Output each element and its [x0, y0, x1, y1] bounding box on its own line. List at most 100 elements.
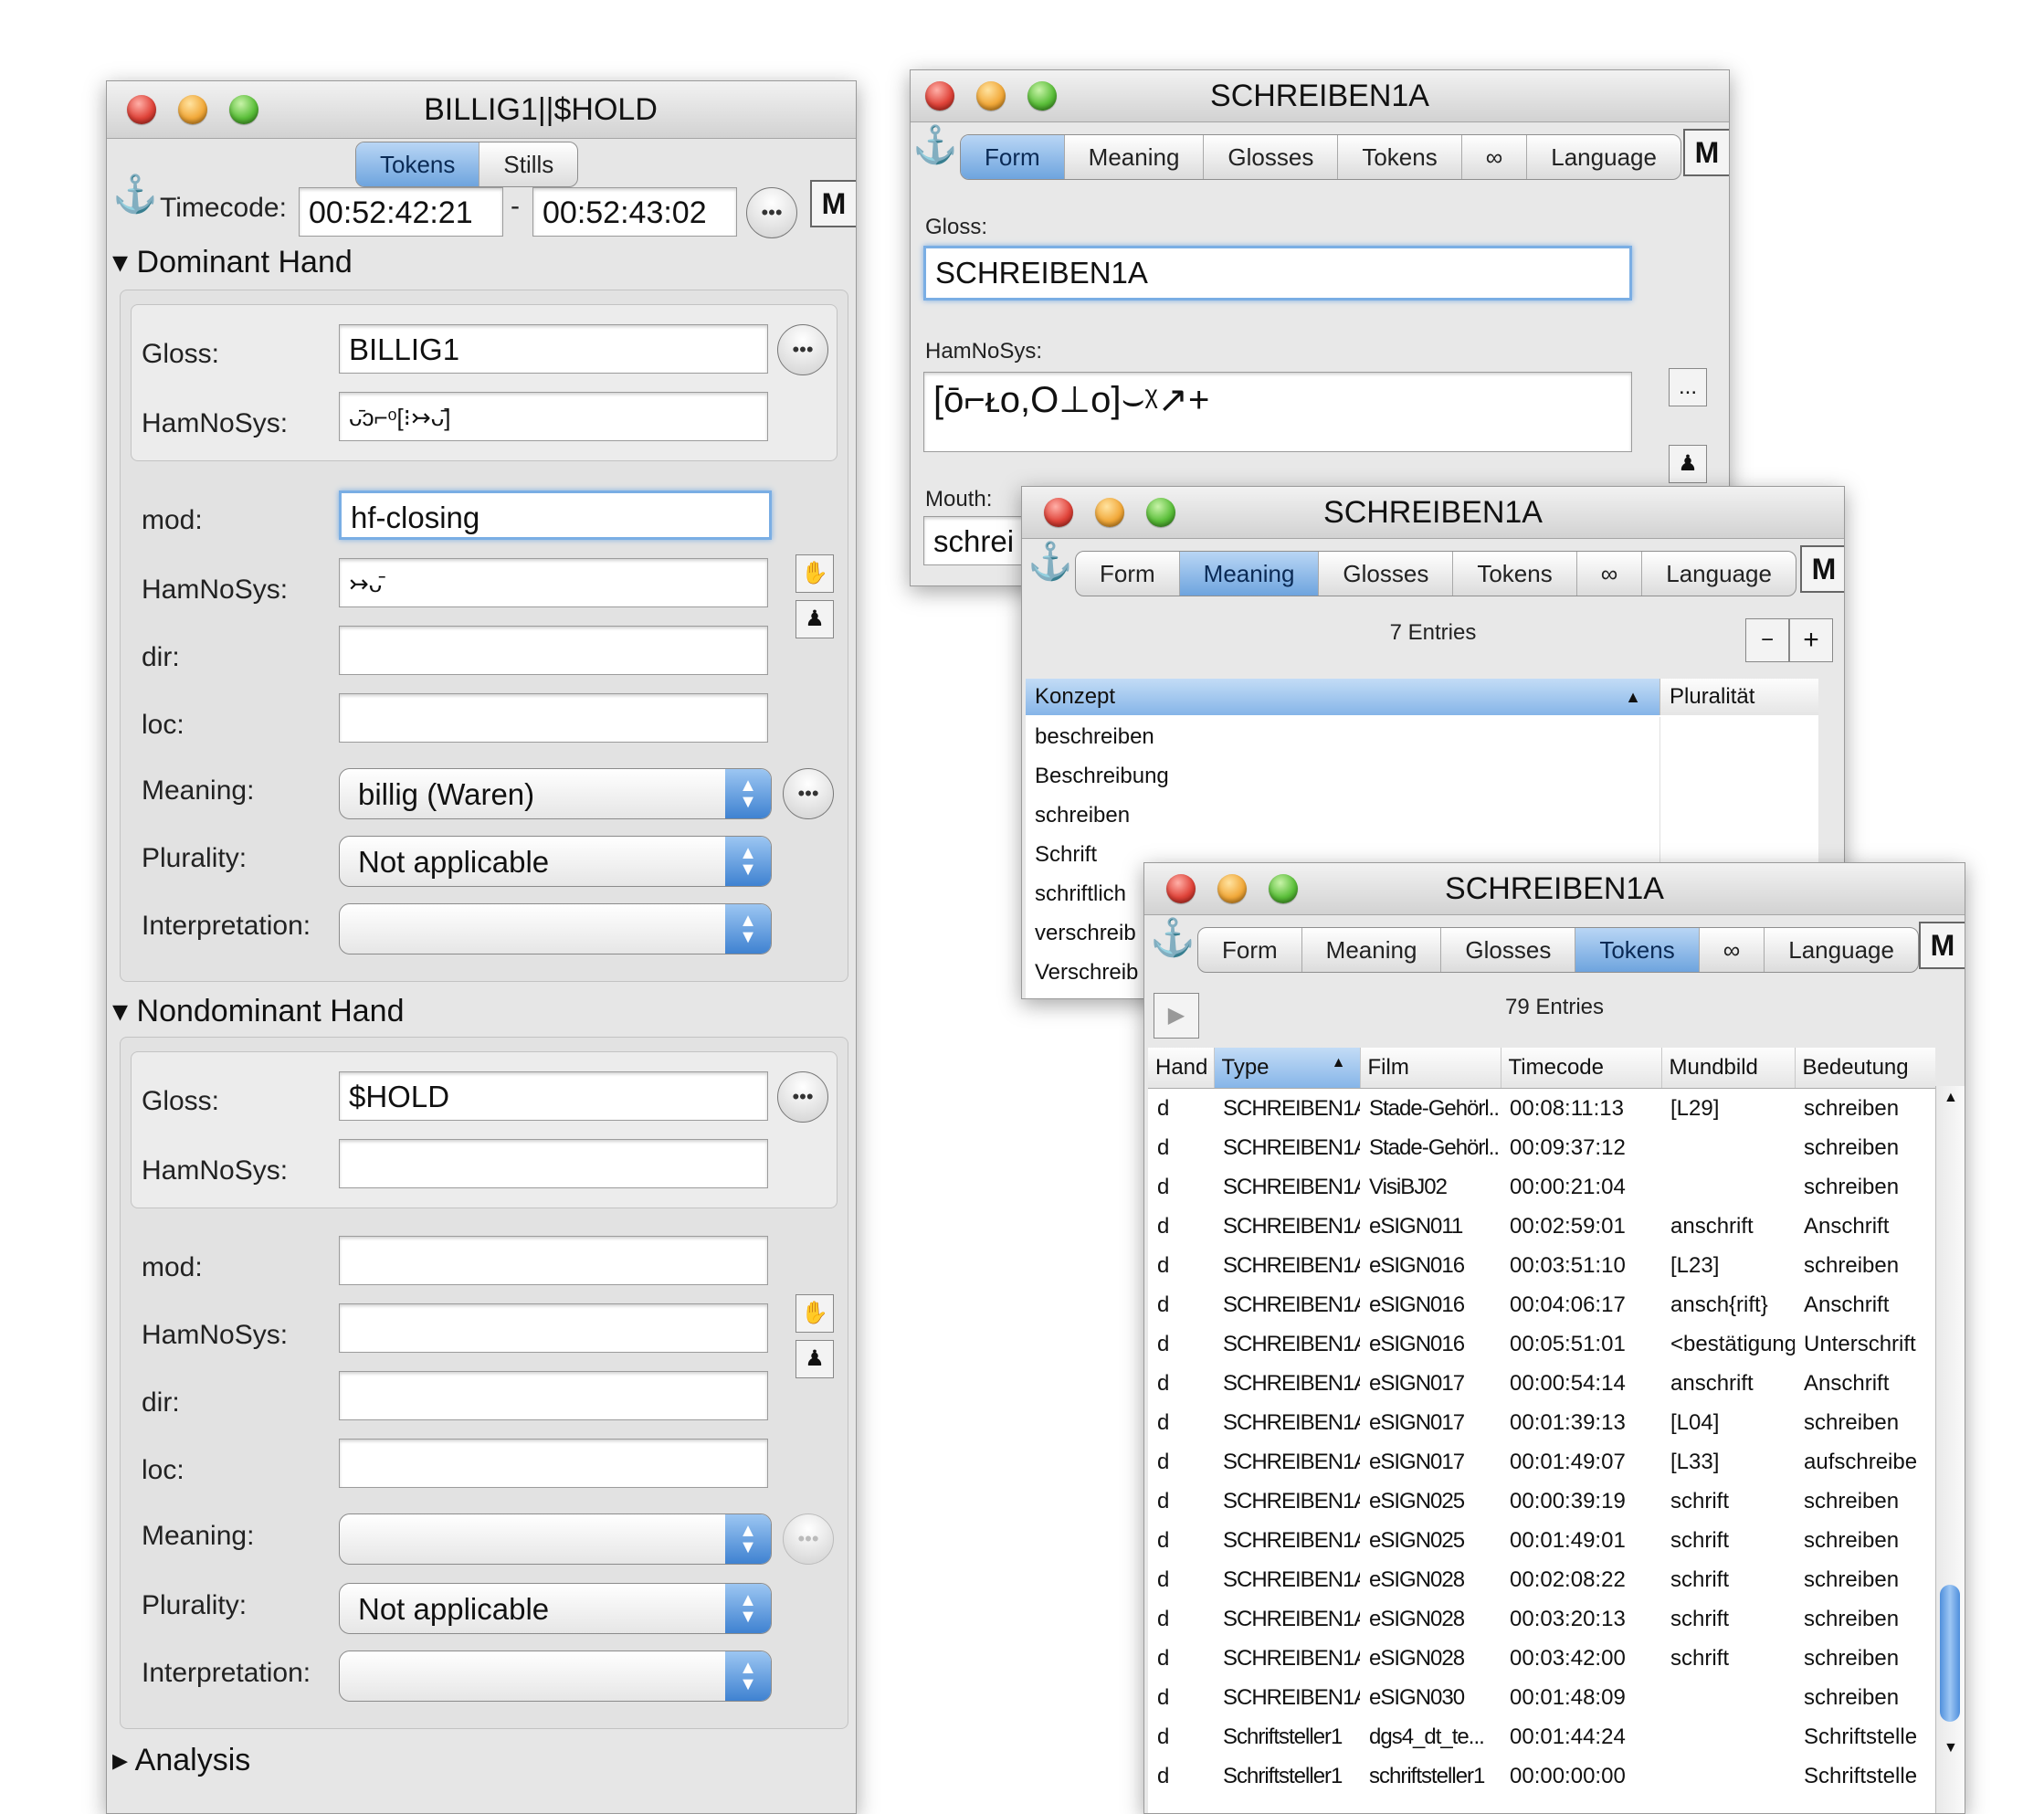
dominant-hamnosys-field[interactable]: ᴗ̄ᴐ⌐ᵒ[⁝↣ᴗ̄] [339, 392, 768, 441]
scroll-up-arrow[interactable]: ▲ [1944, 1090, 1958, 1106]
nondominant-dir-field[interactable] [339, 1371, 768, 1420]
dominant-loc-field[interactable] [339, 693, 768, 743]
tab-language[interactable]: Language [1765, 928, 1918, 972]
nondominant-plurality-select[interactable]: Not applicable ▲ ▼ [339, 1583, 772, 1634]
table-row[interactable]: d SCHREIBEN1A eSIGN028 00:03:42:00 schrift sc… [1148, 1639, 1935, 1678]
table-row[interactable]: d SCHREIBEN1A eSIGN025 00:00:39:19 schrift sc… [1148, 1482, 1935, 1521]
dominant-hand-header[interactable]: ▾ Dominant Hand [112, 244, 353, 280]
tab-meaning[interactable]: Meaning [1179, 552, 1320, 596]
column-header-hand[interactable]: Hand [1148, 1048, 1215, 1089]
gloss-go-button[interactable]: ••• [777, 1071, 828, 1123]
tab-form[interactable]: Form [1198, 928, 1302, 972]
tab-language[interactable]: Language [1527, 135, 1681, 179]
nondominant-interpretation-select[interactable]: ▲ ▼ [339, 1651, 772, 1702]
column-header-type[interactable]: Type ▲ [1214, 1048, 1361, 1089]
tab-glosses[interactable]: Glosses [1441, 928, 1576, 972]
m-button[interactable]: M [1919, 922, 1965, 969]
table-row[interactable]: d SCHREIBEN1A eSIGN011 00:02:59:01 anschrift… [1148, 1207, 1935, 1246]
add-button[interactable]: + [1789, 618, 1833, 662]
tab-meaning[interactable]: Meaning [1065, 135, 1205, 179]
tab-tokens[interactable]: Tokens [1575, 928, 1700, 972]
m-button[interactable]: M [1800, 545, 1844, 593]
vertical-scrollbar[interactable]: ▲ ▼ [1935, 1086, 1965, 1813]
timecode-end-field[interactable]: 00:52:43:02 [532, 187, 737, 237]
m-button[interactable]: M [810, 180, 856, 227]
body-icon[interactable]: ♟ [1669, 445, 1707, 483]
column-header-mundbild[interactable]: Mundbild [1661, 1048, 1796, 1089]
analysis-header[interactable]: ▸ Analysis [112, 1742, 250, 1778]
dominant-mod-field[interactable]: hf-closing [339, 490, 772, 540]
table-row[interactable]: d SCHREIBEN1A eSIGN025 00:01:49:01 schrift sc… [1148, 1521, 1935, 1560]
concept-column-header[interactable]: Konzept ▲ [1026, 679, 1659, 715]
dominant-gloss-field[interactable]: BILLIG1 [339, 324, 768, 374]
tab-infinity[interactable]: ∞ [1700, 928, 1765, 972]
gloss-field[interactable]: SCHREIBEN1A [923, 246, 1632, 301]
tab-infinity[interactable]: ∞ [1462, 135, 1528, 179]
handshape-icon[interactable]: ✋ [795, 1294, 834, 1333]
body-icon[interactable]: ♟ [795, 1340, 834, 1378]
table-row[interactable]: d SCHREIBEN1A eSIGN017 00:00:54:14 anschrift… [1148, 1364, 1935, 1403]
nondominant-gloss-field[interactable]: $HOLD [339, 1071, 768, 1121]
timecode-start-field[interactable]: 00:52:42:21 [299, 187, 503, 237]
table-row[interactable]: d SCHREIBEN1A eSIGN016 00:03:51:10 [L23] schr… [1148, 1246, 1935, 1285]
nondominant-loc-field[interactable] [339, 1439, 768, 1488]
dominant-interpretation-select[interactable]: ▲ ▼ [339, 903, 772, 954]
nondominant-meaning-select[interactable]: ▲ ▼ [339, 1513, 772, 1565]
table-row[interactable]: d SCHREIBEN1A eSIGN030 00:01:48:09 schreiben [1148, 1678, 1935, 1717]
go-to-timecode-button[interactable]: ••• [746, 187, 797, 238]
meaning-go-button[interactable]: ••• [783, 768, 834, 819]
anchor-icon[interactable]: ⚓ [1150, 920, 1196, 956]
table-row[interactable]: d SCHREIBEN1A Stade-Gehörl... 00:09:37:12 sc… [1148, 1128, 1935, 1167]
tab-infinity[interactable]: ∞ [1577, 552, 1643, 596]
tab-meaning[interactable]: Meaning [1302, 928, 1442, 972]
more-button[interactable]: ... [1669, 368, 1707, 406]
tab-tokens[interactable]: Tokens [1453, 552, 1577, 596]
body-icon[interactable]: ♟ [795, 600, 834, 638]
column-header-bedeutung[interactable]: Bedeutung [1795, 1048, 1935, 1089]
gloss-go-button[interactable]: ••• [777, 324, 828, 375]
dominant-plurality-select[interactable]: Not applicable ▲ ▼ [339, 836, 772, 887]
table-row[interactable]: d SCHREIBEN1A eSIGN016 00:04:06:17 ansch{rif… [1148, 1285, 1935, 1324]
concept-row[interactable]: Beschreibung [1026, 756, 1660, 796]
table-row[interactable]: d SCHREIBEN1A eSIGN028 00:03:20:13 schrift sc… [1148, 1599, 1935, 1639]
remove-button[interactable]: − [1745, 618, 1789, 662]
table-row[interactable]: d SCHREIBEN1A eSIGN017 00:01:39:13 [L04] schr… [1148, 1403, 1935, 1442]
pluralitat-column-header[interactable]: Pluralität [1659, 679, 1818, 715]
concept-row[interactable]: beschreiben [1026, 717, 1660, 756]
tab-tokens[interactable]: Tokens [1338, 135, 1462, 179]
dominant-meaning-select[interactable]: billig (Waren) ▲ ▼ [339, 768, 772, 819]
column-header-film[interactable]: Film [1360, 1048, 1501, 1089]
handshape-icon[interactable]: ✋ [795, 554, 834, 593]
m-button[interactable]: M [1683, 129, 1729, 176]
scroll-down-arrow[interactable]: ▼ [1944, 1740, 1958, 1756]
nondominant-hamnosys-field[interactable] [339, 1139, 768, 1188]
tab-language[interactable]: Language [1642, 552, 1796, 596]
table-row[interactable]: d SCHREIBEN1A Stade-Gehörl... 00:08:11:13 [L… [1148, 1089, 1935, 1129]
tab-glosses[interactable]: Glosses [1204, 135, 1339, 179]
anchor-icon[interactable]: ⚓ [112, 176, 158, 213]
close-button[interactable] [127, 95, 156, 124]
anchor-icon[interactable]: ⚓ [912, 127, 958, 163]
table-row[interactable]: d SCHREIBEN1A eSIGN028 00:02:08:22 schrift sc… [1148, 1560, 1935, 1599]
table-row[interactable]: d Schriftsteller1 dgs4_dt_te... 00:01:44:24… [1148, 1717, 1935, 1756]
hamnosys-field[interactable]: [ō⌐ᴌo,O⊥o]⌣ᵡ↗+ [923, 372, 1632, 452]
column-header-timecode[interactable]: Timecode [1501, 1048, 1662, 1089]
dominant-mod-hamnosys-field[interactable]: ↣ᴗ̄ [339, 558, 768, 607]
scroll-thumb[interactable] [1940, 1585, 1960, 1722]
table-row[interactable]: d Schriftsteller1 schriftsteller1 00:00:00:… [1148, 1756, 1935, 1796]
table-row[interactable]: d SCHREIBEN1A VisiBJ02 00:00:21:04 schreiben [1148, 1167, 1935, 1207]
table-row[interactable]: d SCHREIBEN1A eSIGN016 00:05:51:01 <bestätig… [1148, 1324, 1935, 1364]
minimize-button[interactable] [178, 95, 207, 124]
nondominant-mod-hamnosys-field[interactable] [339, 1303, 768, 1353]
tab-form[interactable]: Form [961, 135, 1065, 179]
meaning-go-button[interactable]: ••• [783, 1513, 834, 1565]
table-row[interactable]: d SCHREIBEN1A eSIGN017 00:01:49:07 [L33] aufs… [1148, 1442, 1935, 1482]
concept-row[interactable]: schreiben [1026, 796, 1660, 835]
anchor-icon[interactable]: ⚓ [1027, 543, 1073, 580]
nondominant-hand-header[interactable]: ▾ Nondominant Hand [112, 993, 404, 1029]
tab-glosses[interactable]: Glosses [1319, 552, 1454, 596]
tab-stills[interactable]: Stills [479, 142, 577, 186]
nondominant-mod-field[interactable] [339, 1236, 768, 1285]
tab-tokens[interactable]: Tokens [356, 142, 480, 186]
dominant-dir-field[interactable] [339, 626, 768, 675]
